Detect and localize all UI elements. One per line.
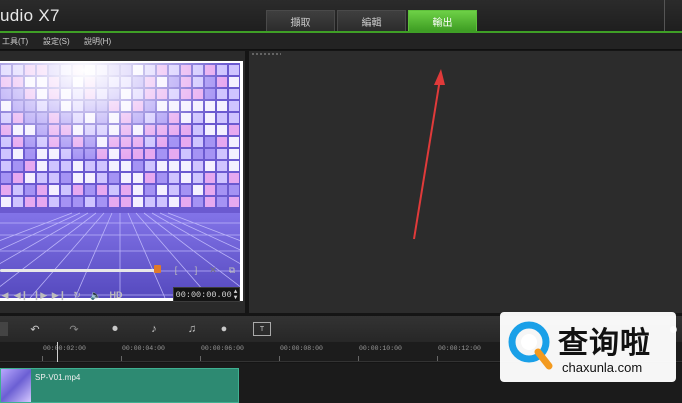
red-arrow-annotation [413, 69, 445, 240]
video-clip[interactable]: SP-V01.mp4 [0, 368, 239, 403]
scrub-handle[interactable] [154, 265, 161, 273]
subtitle-editor-icon[interactable]: T [253, 322, 271, 336]
tab-capture[interactable]: 擷取 [266, 10, 335, 31]
clip-thumbnail [1, 369, 31, 402]
timecode-value: 00:00:00.00 [175, 289, 232, 300]
mark-in-button[interactable]: [ [172, 264, 180, 276]
ruler-label: 00:00:06:00 [201, 345, 244, 352]
step-forward-icon[interactable]: ❙▶ [33, 289, 47, 301]
toolbar-button-left[interactable] [0, 322, 8, 336]
record-capture-icon[interactable]: ⏺ [107, 322, 123, 336]
menu-settings[interactable]: 設定(S) [43, 36, 70, 47]
redo-icon[interactable]: ↷ [66, 322, 82, 336]
copy-icon[interactable]: ⧉ [226, 264, 238, 276]
ruler-tick [42, 356, 43, 361]
watermark-text: 查询啦 [558, 326, 651, 361]
preview-window[interactable] [0, 63, 240, 298]
ruler-label: 00:00:04:00 [122, 345, 165, 352]
hd-toggle[interactable]: HD [108, 289, 124, 301]
ruler-tick [358, 356, 359, 361]
magnifier-logo-icon [508, 321, 553, 370]
timecode-display[interactable]: 00:00:00.00 ▲ ▼ [173, 287, 240, 302]
player-panel: [ ] ✕ ⧉ ◀ ◀❙ ❙▶ ▶❙ ↻ 🔈 HD 00:00:00.00 ▲ ▼ [0, 51, 245, 313]
ruler-tick [279, 356, 280, 361]
title-divider [664, 0, 665, 31]
app-title: udio X7 [0, 6, 60, 25]
ruler-label: 00:00:02:00 [43, 345, 86, 352]
menu-help[interactable]: 說明(H) [84, 36, 111, 47]
ruler-tick [437, 356, 438, 361]
audio-mixer-icon[interactable]: ♪ [146, 322, 162, 336]
step-back-icon[interactable]: ◀❙ [14, 289, 28, 301]
clear-icon[interactable]: ✕ [208, 264, 218, 276]
volume-icon[interactable]: 🔈 [89, 289, 103, 301]
tab-edit[interactable]: 編輯 [337, 10, 406, 31]
title-bar: udio X7 擷取 編輯 輸出 [0, 0, 682, 33]
undo-icon[interactable]: ↶ [27, 322, 43, 336]
ruler-tick [121, 356, 122, 361]
auto-music-icon[interactable]: ♫ [184, 322, 200, 336]
ruler-label: 00:00:12:00 [438, 345, 481, 352]
watermark-url: chaxunla.com [562, 360, 643, 375]
panel-grip[interactable] [251, 52, 281, 56]
clip-name: SP-V01.mp4 [35, 373, 81, 382]
tab-share[interactable]: 輸出 [408, 10, 477, 31]
ruler-tick [200, 356, 201, 361]
end-icon[interactable]: ▶❙ [52, 289, 66, 301]
ruler-label: 00:00:08:00 [280, 345, 323, 352]
playhead[interactable] [57, 342, 58, 362]
timecode-spinner-icon[interactable]: ▲ ▼ [234, 288, 238, 301]
repeat-icon[interactable]: ↻ [71, 289, 83, 301]
previous-frame-icon[interactable]: ◀ [0, 289, 10, 301]
ruler-label: 00:00:10:00 [359, 345, 402, 352]
mark-out-button[interactable]: ] [192, 264, 200, 276]
menu-tools[interactable]: 工具(T) [2, 36, 28, 47]
preview-image [0, 63, 240, 298]
menu-bar: 工具(T) 設定(S) 說明(H) [0, 33, 682, 50]
scrub-bar[interactable] [0, 269, 160, 272]
motion-tracking-icon[interactable]: ● [216, 322, 232, 336]
output-panel [249, 51, 682, 313]
